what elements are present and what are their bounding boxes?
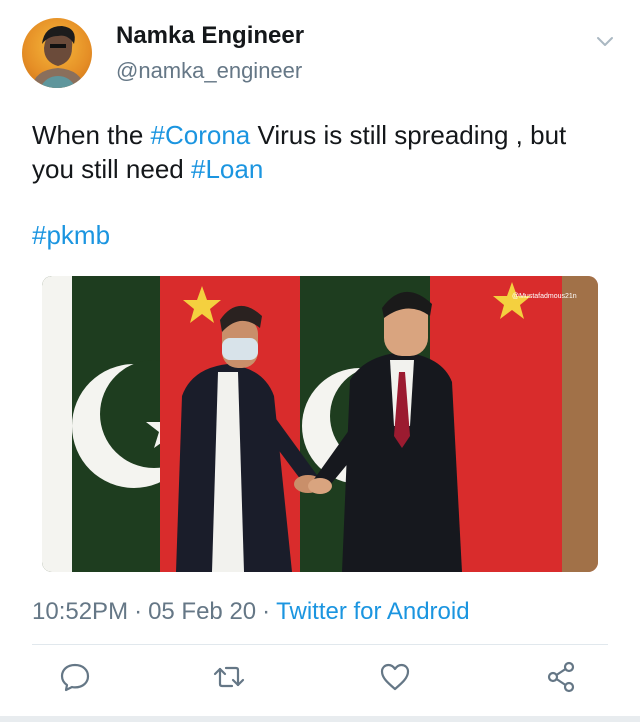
text-segment: you still need — [32, 154, 191, 184]
divider — [32, 644, 608, 645]
hashtag-corona[interactable]: #Corona — [151, 120, 251, 150]
like-button[interactable] — [378, 660, 418, 700]
share-icon — [547, 661, 575, 693]
share-button[interactable] — [544, 660, 584, 700]
display-name[interactable]: Namka Engineer — [116, 22, 304, 50]
meta-separator: · — [262, 598, 271, 625]
avatar[interactable] — [22, 18, 92, 88]
action-bar — [0, 660, 640, 702]
chevron-down-icon[interactable] — [594, 30, 616, 52]
meta-separator: · — [134, 598, 143, 625]
hashtag-pkmb[interactable]: #pkmb — [32, 220, 110, 251]
user-handle[interactable]: @namka_engineer — [116, 58, 302, 84]
tweet-media-image[interactable]: @Mustafadmous21n — [42, 276, 598, 572]
tweet-text: When the #Corona Virus is still spreadin… — [32, 118, 612, 186]
text-segment: When the — [32, 120, 151, 150]
tweet-time: 10:52PM — [32, 598, 129, 625]
retweet-icon — [213, 666, 245, 688]
bottom-separator — [0, 716, 640, 722]
tweet-header: Namka Engineer @namka_engineer — [22, 18, 620, 90]
image-watermark: @Mustafadmous21n — [512, 293, 577, 300]
heart-icon — [380, 663, 410, 691]
tweet-date: 05 Feb 20 — [148, 598, 257, 625]
photo-handshake: @Mustafadmous21n — [42, 276, 598, 572]
reply-icon — [60, 663, 90, 692]
text-segment: Virus is still spreading , but — [250, 120, 567, 150]
tweet-source-link[interactable]: Twitter for Android — [276, 598, 469, 625]
tweet-text-line-1: When the #Corona Virus is still spreadin… — [32, 118, 612, 152]
hashtag-loan[interactable]: #Loan — [191, 154, 263, 184]
retweet-button[interactable] — [212, 660, 252, 700]
tweet-meta: 10:52PM · 05 Feb 20 · Twitter for Android — [32, 598, 470, 626]
avatar-image — [32, 26, 84, 88]
tweet-text-line-2: you still need #Loan — [32, 152, 612, 186]
reply-button[interactable] — [58, 660, 98, 700]
